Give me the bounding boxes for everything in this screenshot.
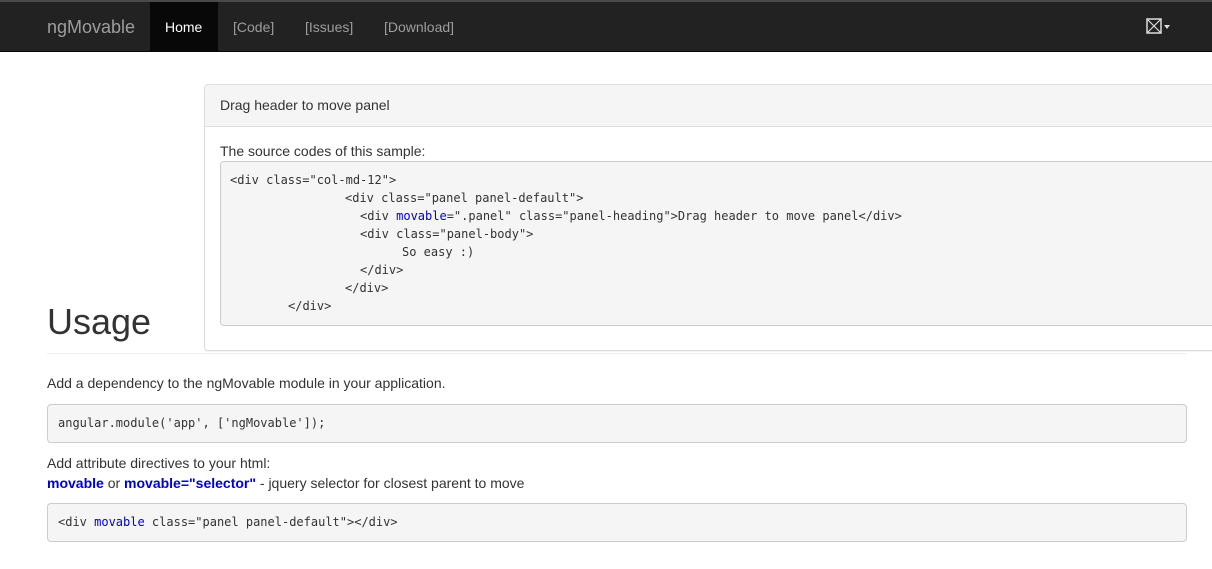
- dependency-code-block: angular.module('app', ['ngMovable']);: [47, 404, 1187, 443]
- code-line: <div class="panel panel-default">: [345, 191, 584, 205]
- panel-heading-drag-handle[interactable]: Drag header to move panel: [205, 85, 1212, 127]
- code-line: </div>: [288, 299, 332, 313]
- sample-code-block: <div class="col-md-12"> <div class="panel…: [220, 161, 1212, 326]
- code-line: </div>: [360, 263, 404, 277]
- dependency-text: Add a dependency to the ngMovable module…: [47, 375, 446, 391]
- top-navbar: ngMovable Home [Code] [Issues] [Download…: [0, 0, 1212, 52]
- attribute-text: Add attribute directives to your html:: [47, 455, 271, 471]
- brand-link[interactable]: ngMovable: [47, 17, 135, 38]
- code-line: <div movable=".panel" class="panel-headi…: [360, 209, 902, 223]
- code-line: <div class="col-md-12">: [230, 173, 397, 187]
- nav-code[interactable]: [Code]: [218, 2, 289, 52]
- code-line: So easy :): [402, 245, 475, 259]
- attribute-code-block: <div movable class="panel panel-default"…: [47, 503, 1187, 542]
- language-dropdown[interactable]: [1146, 18, 1172, 36]
- attribute-description: movable or movable="selector" - jquery s…: [47, 475, 525, 491]
- caret-down-icon: [1164, 25, 1170, 29]
- code-keyword: movable: [396, 209, 447, 223]
- movable-selector-keyword: movable="selector": [124, 475, 256, 491]
- code-keyword: movable: [94, 515, 145, 529]
- usage-heading: Usage: [47, 301, 152, 342]
- nav-home[interactable]: Home: [150, 2, 218, 52]
- code-line: </div>: [345, 281, 389, 295]
- language-flag-icon: [1146, 18, 1170, 34]
- movable-keyword: movable: [47, 475, 104, 491]
- code-line: <div class="panel-body">: [360, 227, 534, 241]
- heading-divider: [47, 353, 1187, 354]
- movable-panel: Drag header to move panel The source cod…: [204, 84, 1212, 351]
- nav-issues[interactable]: [Issues]: [290, 2, 368, 52]
- panel-intro-text: The source codes of this sample:: [220, 143, 426, 159]
- nav-download[interactable]: [Download]: [369, 2, 469, 52]
